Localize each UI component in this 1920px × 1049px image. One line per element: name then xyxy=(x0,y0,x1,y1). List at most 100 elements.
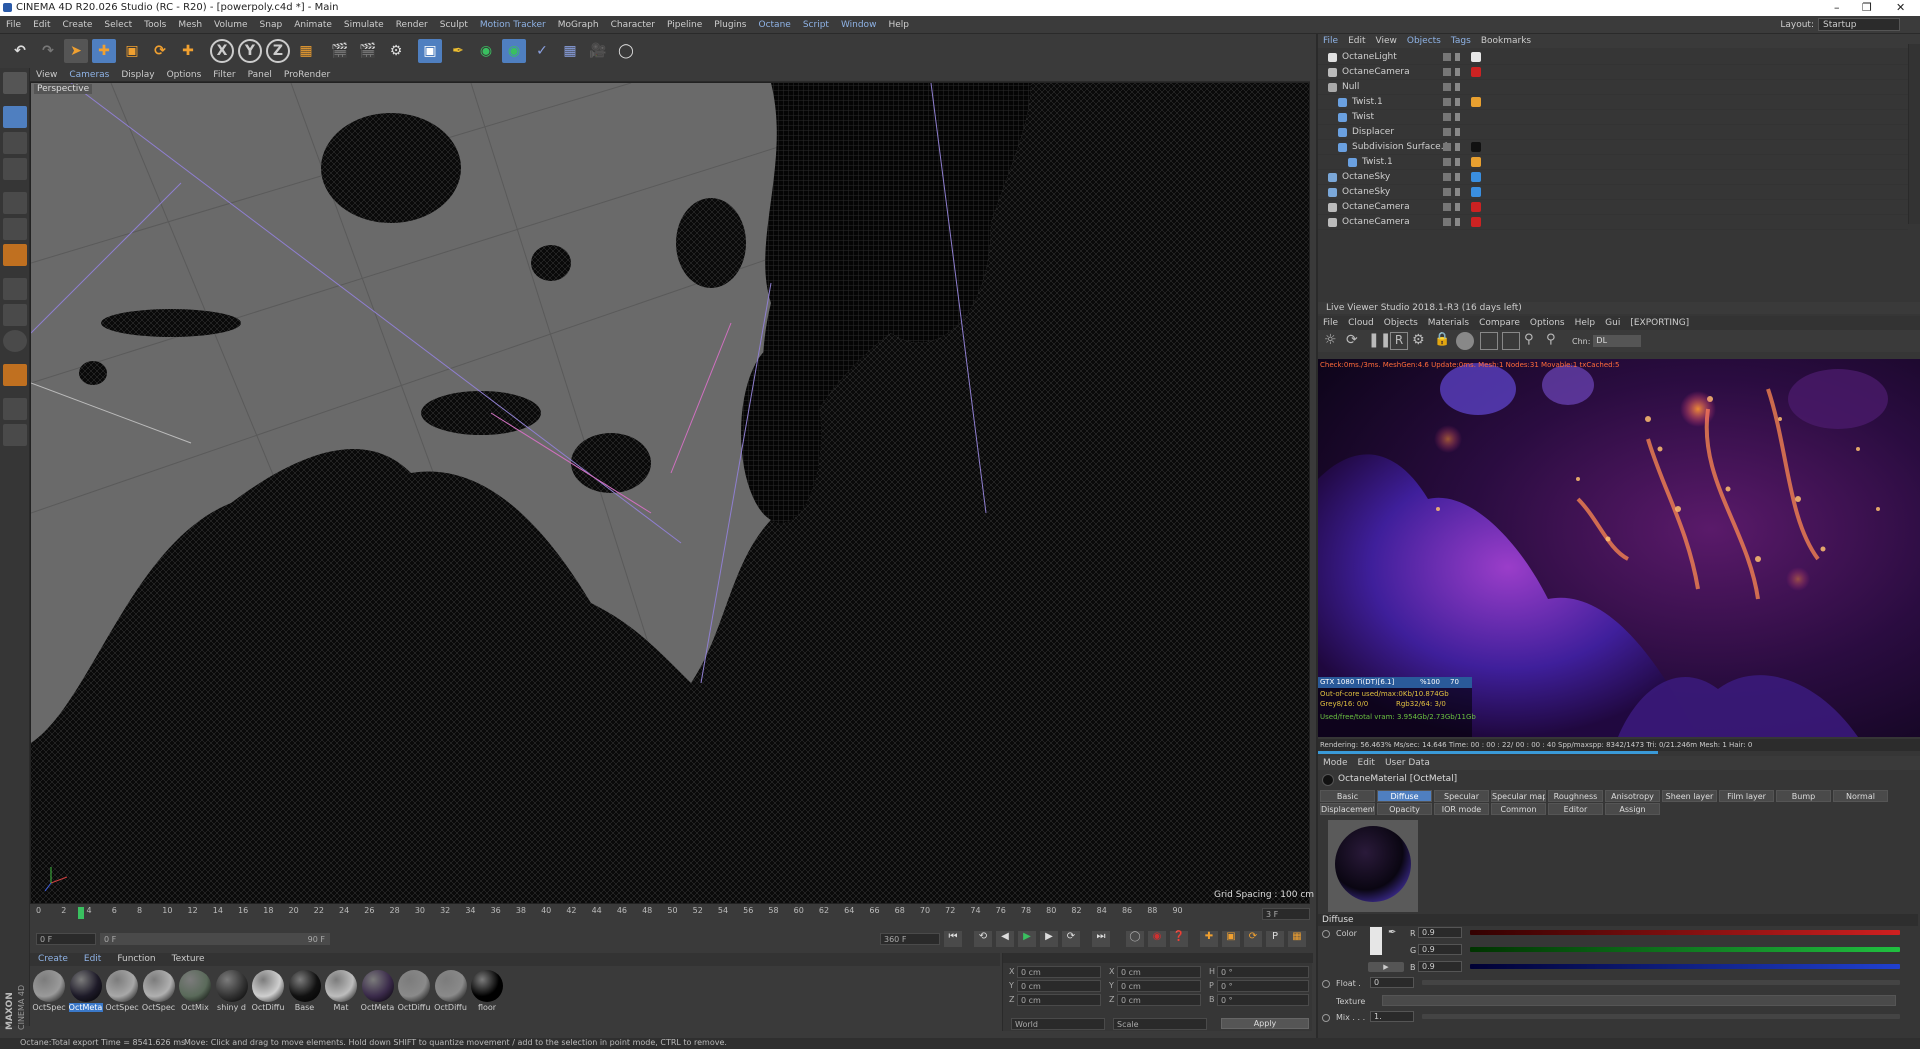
menu-item-simulate[interactable]: Simulate xyxy=(338,16,390,34)
redo-icon[interactable]: ↷ xyxy=(36,39,60,63)
coord-position-field[interactable]: 0 cm xyxy=(1017,980,1101,992)
layer-icon[interactable] xyxy=(1443,218,1451,226)
axis-mode-icon[interactable] xyxy=(3,278,27,300)
object-tag-icon[interactable] xyxy=(1471,187,1481,197)
layer-icon[interactable] xyxy=(1443,188,1451,196)
material-menu-texture[interactable]: Texture xyxy=(164,953,213,966)
start-frame-field[interactable]: 0 F xyxy=(36,933,96,945)
make-editable-icon[interactable] xyxy=(3,72,27,94)
cube-icon[interactable]: ▣ xyxy=(418,39,442,63)
coordinate-mode-dropdown[interactable]: World xyxy=(1011,1018,1105,1030)
array-icon[interactable]: ◉ xyxy=(502,39,526,63)
visibility-dot-icon[interactable] xyxy=(1455,128,1460,136)
select-arrow-icon[interactable]: ➤ xyxy=(64,39,88,63)
rotate-tool-icon[interactable]: ⟳ xyxy=(148,39,172,63)
visibility-dot-icon[interactable] xyxy=(1455,158,1460,166)
menu-item-animate[interactable]: Animate xyxy=(288,16,338,34)
restart-icon[interactable]: ⟳ xyxy=(1346,332,1364,350)
menu-item-render[interactable]: Render xyxy=(390,16,434,34)
menu-item-window[interactable]: Window xyxy=(835,16,883,34)
apply-button[interactable]: Apply xyxy=(1221,1018,1309,1029)
pen-spline-icon[interactable]: ✒ xyxy=(446,39,470,63)
b-slider[interactable] xyxy=(1470,964,1900,969)
material-swatch[interactable]: OctSpec xyxy=(142,970,176,1012)
float-slider[interactable] xyxy=(1422,980,1900,985)
menu-item-volume[interactable]: Volume xyxy=(208,16,253,34)
camera-icon[interactable]: 🎥 xyxy=(586,39,610,63)
viewport-menu-display[interactable]: Display xyxy=(115,68,160,82)
visibility-dot-icon[interactable] xyxy=(1455,188,1460,196)
object-tag-icon[interactable] xyxy=(1471,52,1481,62)
viewport-menu-filter[interactable]: Filter xyxy=(207,68,241,82)
crop-icon[interactable] xyxy=(1502,332,1520,350)
minimize-icon[interactable]: – xyxy=(1834,1,1840,14)
attribute-tab[interactable]: Anisotropy xyxy=(1605,790,1660,802)
g-slider[interactable] xyxy=(1470,947,1900,952)
visibility-dot-icon[interactable] xyxy=(1455,53,1460,61)
visibility-dot-icon[interactable] xyxy=(1455,143,1460,151)
menu-item-motion-tracker[interactable]: Motion Tracker xyxy=(474,16,552,34)
object-row[interactable]: OctaneSky xyxy=(1318,185,1908,200)
play-icon[interactable]: ▶ xyxy=(1018,931,1036,947)
object-tag-icon[interactable] xyxy=(1471,67,1481,77)
material-swatch[interactable]: OctDiffu xyxy=(397,970,431,1012)
object-row[interactable]: Null xyxy=(1318,80,1908,95)
material-swatch[interactable]: OctSpec xyxy=(32,970,66,1012)
attribute-tab[interactable]: Editor xyxy=(1548,803,1603,815)
live-viewer-menu-item[interactable]: File xyxy=(1318,316,1343,330)
autokey-icon[interactable]: ◉ xyxy=(1148,931,1166,947)
layer-icon[interactable] xyxy=(1443,53,1451,61)
layer-icon[interactable] xyxy=(1443,68,1451,76)
scale-tool-icon[interactable]: ▣ xyxy=(120,39,144,63)
material-swatch[interactable]: OctDiffu xyxy=(251,970,285,1012)
object-menu-objects[interactable]: Objects xyxy=(1402,34,1446,48)
lock-icon[interactable]: 🔒 xyxy=(1434,332,1452,350)
menu-item-select[interactable]: Select xyxy=(98,16,138,34)
viewport-perspective[interactable] xyxy=(30,82,1310,904)
frame-icon[interactable] xyxy=(1480,332,1498,350)
texture-slot[interactable] xyxy=(1382,995,1896,1006)
live-viewer-menu-item[interactable]: Materials xyxy=(1423,316,1474,330)
material-swatch[interactable]: Base xyxy=(288,970,322,1012)
attribute-tab[interactable]: Film layer xyxy=(1719,790,1774,802)
viewport-menu-prorender[interactable]: ProRender xyxy=(278,68,336,82)
range-bar[interactable]: 0 F 90 F xyxy=(100,933,330,945)
undo-icon[interactable]: ↶ xyxy=(8,39,32,63)
render-picture-viewer-icon[interactable]: 🎬 xyxy=(356,39,380,63)
object-menu-view[interactable]: View xyxy=(1371,34,1402,48)
visibility-dot-icon[interactable] xyxy=(1455,98,1460,106)
visibility-dot-icon[interactable] xyxy=(1455,68,1460,76)
object-tag-icon[interactable] xyxy=(1471,217,1481,227)
attribute-tab[interactable]: Assign xyxy=(1605,803,1660,815)
polygons-mode-icon[interactable] xyxy=(3,244,27,266)
material-swatch[interactable]: OctDiffu xyxy=(434,970,468,1012)
layer-icon[interactable] xyxy=(1443,113,1451,121)
object-row[interactable]: Twist xyxy=(1318,110,1908,125)
attribute-menu-item[interactable]: User Data xyxy=(1380,756,1435,770)
float-field[interactable]: 0 xyxy=(1370,977,1414,988)
layer-icon[interactable] xyxy=(1443,143,1451,151)
object-row[interactable]: OctaneLight xyxy=(1318,50,1908,65)
material-swatch[interactable]: OctMeta xyxy=(361,970,395,1012)
menu-item-snap[interactable]: Snap xyxy=(254,16,289,34)
b-field[interactable]: 0.9 xyxy=(1418,961,1462,972)
pick-material-icon[interactable]: ⚲ xyxy=(1546,332,1564,350)
menu-item-mograph[interactable]: MoGraph xyxy=(552,16,605,34)
region-render-icon[interactable]: R xyxy=(1390,332,1408,350)
color-mode-button[interactable]: ▶ xyxy=(1368,962,1404,972)
material-menu-create[interactable]: Create xyxy=(30,953,76,966)
object-tag-icon[interactable] xyxy=(1471,202,1481,212)
close-icon[interactable]: ✕ xyxy=(1896,1,1905,14)
go-to-end-icon[interactable]: ⏭ xyxy=(1092,931,1110,947)
key-position-icon[interactable]: ✚ xyxy=(1200,931,1218,947)
x-axis-icon[interactable]: X xyxy=(210,39,234,63)
attribute-menu-item[interactable]: Edit xyxy=(1353,756,1380,770)
attribute-tab[interactable]: Diffuse xyxy=(1377,790,1432,802)
material-menu-function[interactable]: Function xyxy=(109,953,163,966)
visibility-dot-icon[interactable] xyxy=(1455,218,1460,226)
loop-icon[interactable]: ⟳ xyxy=(1062,931,1080,947)
texture-mode-icon[interactable] xyxy=(3,132,27,154)
object-tag-icon[interactable] xyxy=(1471,157,1481,167)
object-row[interactable]: OctaneCamera xyxy=(1318,200,1908,215)
layout-dropdown[interactable]: Startup xyxy=(1818,18,1900,31)
